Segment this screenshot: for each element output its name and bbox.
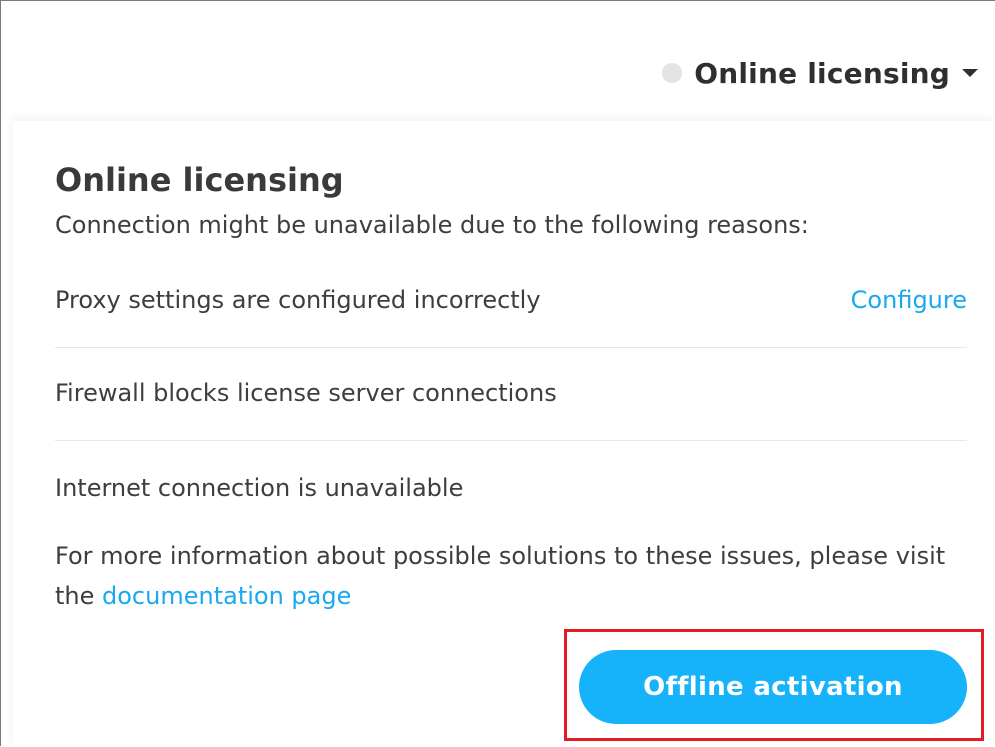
panel-subtitle: Connection might be unavailable due to t… <box>55 211 809 239</box>
licensing-mode-dropdown[interactable]: Online licensing <box>662 53 978 93</box>
offline-activation-button[interactable]: Offline activation <box>579 650 967 724</box>
reason-row-firewall: Firewall blocks license server connectio… <box>55 346 967 439</box>
caret-down-icon <box>962 69 978 77</box>
reason-row-internet: Internet connection is unavailable <box>55 441 967 534</box>
documentation-link[interactable]: documentation page <box>102 582 351 610</box>
reason-text: Proxy settings are configured incorrectl… <box>55 285 541 314</box>
configure-link[interactable]: Configure <box>851 286 967 314</box>
header: Online licensing <box>1 1 995 121</box>
reason-text: Firewall blocks license server connectio… <box>55 378 557 407</box>
window-frame: Online licensing Online licensing Connec… <box>0 0 995 747</box>
reason-text: Internet connection is unavailable <box>55 473 464 502</box>
panel-title: Online licensing <box>55 161 344 199</box>
online-licensing-panel: Online licensing Connection might be una… <box>13 121 995 747</box>
status-dot-icon <box>662 63 683 83</box>
licensing-mode-label: Online licensing <box>694 56 950 90</box>
info-text: For more information about possible solu… <box>55 536 955 616</box>
reason-row-proxy: Proxy settings are configured incorrectl… <box>55 253 967 346</box>
